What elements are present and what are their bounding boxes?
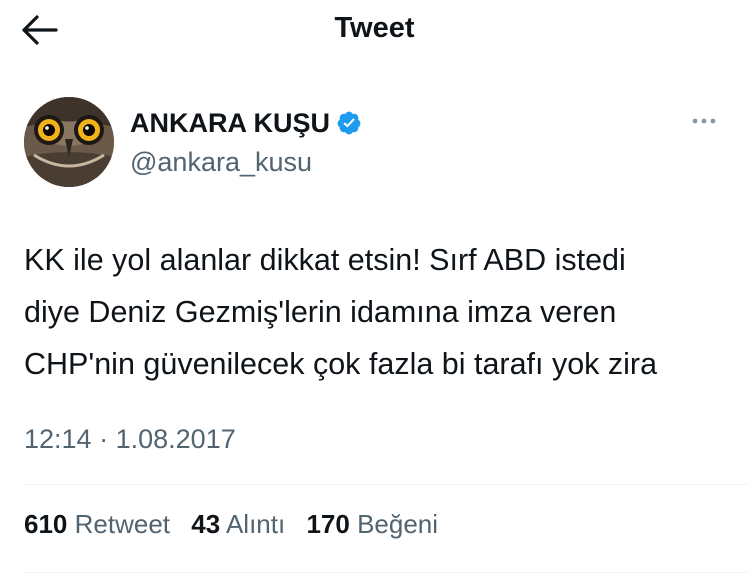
tweet-timestamp[interactable]: 12:14 · 1.08.2017 — [24, 424, 236, 455]
retweets-label: Retweet — [74, 509, 171, 539]
tweet-text-line: KK ile yol alanlar dikkat etsin! Sırf AB… — [24, 243, 626, 277]
timestamp-separator: · — [99, 424, 109, 454]
quotes-label: Alıntı — [225, 509, 286, 539]
handle[interactable]: @ankara_kusu — [130, 147, 312, 178]
more-options-button[interactable] — [684, 111, 724, 131]
retweets-count: 610 — [24, 509, 68, 539]
tweet-text-line: diye Deniz Gezmiş'lerin idamına imza ver… — [24, 295, 617, 329]
tweet-text-line: CHP'nin güvenilecek çok fazla bi tarafı … — [24, 347, 658, 381]
tweet-date: 1.08.2017 — [115, 424, 236, 454]
more-horizontal-icon — [692, 118, 716, 124]
page-title: Tweet — [334, 12, 415, 44]
quotes-stat[interactable]: 43 Alıntı — [191, 509, 285, 539]
header: Tweet — [0, 0, 749, 60]
quotes-count: 43 — [191, 509, 221, 539]
tweet-text: KK ile yol alanlar dikkat etsin! Sırf AB… — [24, 234, 734, 390]
tweet-time: 12:14 — [24, 424, 92, 454]
display-name[interactable]: ANKARA KUŞU — [130, 108, 362, 139]
likes-count: 170 — [306, 509, 350, 539]
engagement-stats: 610 Retweet 43 Alıntı 170 Beğeni — [24, 509, 452, 540]
display-name-text: ANKARA KUŞU — [130, 108, 330, 138]
divider — [24, 572, 749, 573]
avatar[interactable] — [24, 97, 114, 187]
divider — [24, 484, 749, 485]
verified-badge-icon — [337, 111, 361, 135]
likes-stat[interactable]: 170 Beğeni — [306, 509, 438, 539]
likes-label: Beğeni — [357, 509, 439, 539]
retweets-stat[interactable]: 610 Retweet — [24, 509, 170, 539]
owl-avatar-icon — [24, 97, 114, 187]
author-block: ANKARA KUŞU @ankara_kusu — [24, 97, 724, 189]
